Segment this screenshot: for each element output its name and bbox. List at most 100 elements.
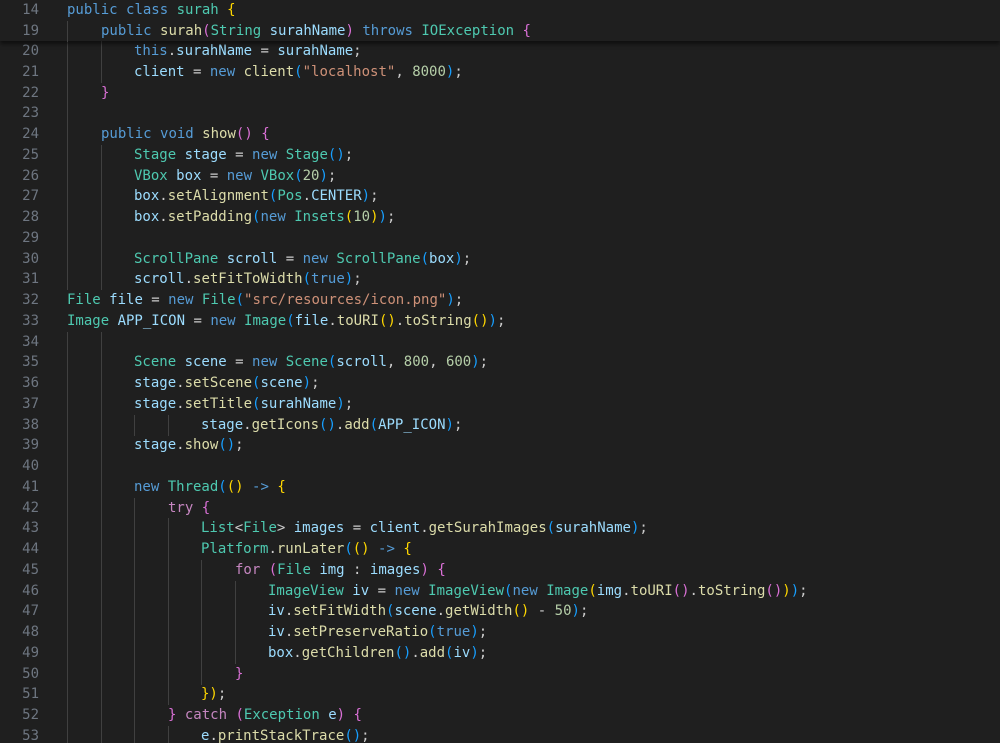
line-number: 49 [22, 644, 39, 661]
code-line[interactable]: 25 Stage stage = new Stage(); [0, 144, 1000, 166]
code-token: new [209, 63, 244, 80]
code-token: ; [361, 727, 370, 743]
indent-guide [101, 580, 102, 602]
code-text: iv.setPreserveRatio(true); [268, 622, 487, 642]
code-line[interactable]: 26 VBox box = new VBox(20); [0, 165, 1000, 187]
code-token: public [67, 2, 127, 18]
code-token: 800 [403, 354, 430, 371]
code-line[interactable]: 53 e.printStackTrace(); [0, 725, 1000, 743]
code-token: scroll [226, 250, 278, 267]
line-number: 19 [22, 22, 39, 39]
code-line[interactable]: 48 iv.setPreserveRatio(true); [0, 622, 1000, 643]
code-token: APP_ICON [378, 416, 446, 433]
code-line[interactable]: 35 Scene scene = new Scene(scroll, 800, 6… [0, 352, 1000, 374]
code-line[interactable]: 33 Image APP_ICON = new Image(file.toURI(… [0, 311, 1000, 332]
code-token: () [319, 416, 336, 433]
sticky-scroll-header[interactable]: 14 public class surah {19 public surah(Str… [0, 0, 1000, 42]
code-token: = [226, 354, 253, 371]
code-line[interactable]: 14 public class surah { [0, 0, 1000, 21]
code-token: = [201, 167, 227, 184]
code-text: for (File img : images) { [235, 560, 446, 580]
code-line[interactable]: 52} catch (Exception e) { [0, 705, 1000, 726]
code-token: ; [579, 603, 589, 620]
code-token: ( [202, 22, 211, 39]
code-token: box [134, 209, 160, 225]
code-line[interactable]: 28 box.setPadding(new Insets(10)); [0, 207, 1000, 228]
indent-guide [67, 539, 68, 560]
code-token: } [235, 665, 244, 682]
code-line[interactable]: 19 public surah(String surahName) throws … [0, 20, 1000, 42]
code-token: 8000 [412, 63, 446, 80]
code-line[interactable]: 37 stage.setTitle(surahName); [0, 393, 1000, 415]
code-token: setPadding [167, 209, 253, 225]
indent-guide [168, 622, 169, 643]
line-number: 33 [22, 312, 39, 329]
code-token: { [261, 126, 270, 142]
code-line[interactable]: 44 Platform.runLater(() -> { [0, 539, 1000, 560]
code-token: ) [361, 188, 371, 205]
code-token: ) [571, 603, 580, 620]
code-line[interactable]: 36 stage.setScene(scene); [0, 373, 1000, 394]
code-token: toURI [630, 582, 673, 599]
code-token: ; [217, 686, 227, 703]
code-line[interactable]: 51}); [0, 684, 1000, 706]
code-token: { [227, 2, 236, 18]
code-token: Pos [277, 188, 303, 205]
indent-guide [67, 393, 68, 415]
line-number: 50 [22, 665, 39, 682]
indent-guide [101, 373, 102, 394]
code-text: try { [168, 498, 210, 518]
code-token: - [529, 603, 555, 620]
code-token: = [226, 146, 253, 163]
code-line[interactable]: 50} [0, 663, 1000, 685]
code-text: box.setPadding(new Insets(10)); [134, 207, 395, 227]
line-number: 52 [22, 707, 39, 723]
code-line[interactable]: 20 this.surahName = surahName; [0, 41, 1000, 62]
code-line[interactable]: 46 ImageView iv = new ImageView (new Image… [0, 580, 1000, 602]
code-token: . [420, 520, 429, 537]
code-line[interactable]: 22} [0, 82, 1000, 104]
code-token: > [276, 520, 294, 537]
code-token: show [202, 126, 236, 142]
indent-guide [101, 622, 102, 643]
code-token: throws [353, 22, 422, 39]
code-line[interactable]: 38 stage.getIcons().add(APP_ICON); [0, 414, 1000, 436]
code-line[interactable]: 43 List<File> images = client.getSurahIma… [0, 518, 1000, 540]
code-line[interactable]: 27 box.setAlignment(Pos.CENTER); [0, 186, 1000, 208]
code-line[interactable]: 34 [0, 331, 1000, 353]
code-line[interactable]: 29 [0, 227, 1000, 249]
code-line[interactable]: 32 File file = new File("src/resources/ic… [0, 290, 1000, 311]
code-text: public void show() { [101, 124, 270, 144]
code-text: client = new client("localhost", 8000); [134, 62, 463, 82]
indent-guide [201, 580, 202, 602]
indent-guide [67, 580, 68, 602]
code-line[interactable]: 39 stage.show(); [0, 435, 1000, 457]
code-text: ImageView iv = new ImageView(new Image(i… [268, 581, 808, 601]
code-token: runLater [276, 541, 345, 557]
code-line[interactable]: 40 [0, 456, 1000, 477]
line-number: 39 [22, 437, 39, 454]
code-line[interactable]: 49 box.getChildren().add(iv); [0, 642, 1000, 664]
code-line[interactable]: 41 new Thread(() -> { [0, 476, 1000, 498]
code-line[interactable]: 23 [0, 103, 1000, 125]
code-token: new [394, 582, 429, 599]
code-line[interactable]: 47 iv.setFitWidth(scene.getWidth() - 50); [0, 601, 1000, 623]
code-line[interactable]: 31 scroll.setFitToWidth(true); [0, 269, 1000, 291]
code-token: Scene [285, 354, 328, 371]
code-token: 20 [302, 167, 320, 184]
code-editor[interactable]: 14 public class surah {19 public surah(Str… [0, 0, 1000, 743]
code-line[interactable]: 30 ScrollPane scroll = new ScrollPane(box… [0, 248, 1000, 270]
line-number: 47 [22, 603, 39, 620]
code-token: () [378, 312, 396, 329]
code-token: iv [453, 644, 471, 661]
indent-guide [168, 518, 169, 540]
code-line[interactable]: 24 public void show() { [0, 124, 1000, 145]
code-token: ( [294, 167, 303, 184]
code-line[interactable]: 21 client = new client("localhost", 8000)… [0, 61, 1000, 83]
code-text: stage.setTitle(surahName); [134, 394, 353, 414]
code-line[interactable]: 45 for (File img : images) { [0, 559, 1000, 581]
code-token: () [218, 437, 236, 454]
code-line[interactable]: 42 try { [0, 497, 1000, 519]
code-token: try [168, 499, 202, 516]
code-token: { [522, 22, 531, 39]
